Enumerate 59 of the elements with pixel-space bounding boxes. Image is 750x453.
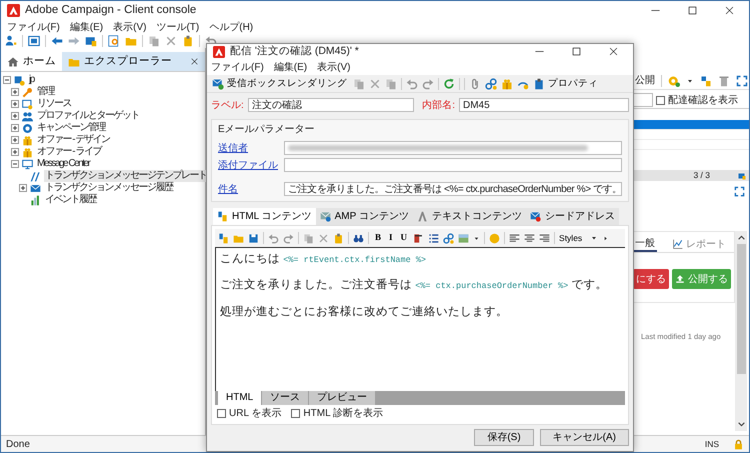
format-button[interactable]: I <box>387 231 395 245</box>
text-line: ご注文を承りました。ご注文番号は <%= ctx.purchaseOrderNumber %> です。 <box>220 277 608 294</box>
rendering-button[interactable]: 受信ボックスレンダリング <box>210 77 349 92</box>
tab[interactable]: ホーム <box>1 52 62 71</box>
menu-item[interactable]: ファイル(F) <box>211 60 264 75</box>
tab[interactable]: プレビュー <box>309 391 376 405</box>
toolbar-button[interactable]: 公開 <box>635 73 655 88</box>
cancel-button[interactable]: キャンセル(A) <box>540 429 629 446</box>
menu-item[interactable]: 表示(V) <box>317 60 350 75</box>
label-field[interactable]: 注文の確認 <box>248 98 414 112</box>
format-button[interactable]: U <box>398 231 410 245</box>
field-link[interactable]: 添付ファイル <box>218 158 280 172</box>
tab[interactable]: シードアドレス <box>526 208 619 225</box>
tree-item[interactable]: Message Center <box>36 158 90 170</box>
field-label: ラベル: <box>211 98 244 112</box>
save-button[interactable]: 保存(S) <box>474 429 534 446</box>
action-button[interactable]: にする <box>633 269 669 289</box>
tree-item[interactable]: 管理 <box>36 86 55 98</box>
status-text: Done <box>6 438 30 452</box>
text-line: 処理が進むごとにお客様に改めてご連絡いたします。 <box>220 304 509 320</box>
tab[interactable]: ソース <box>262 391 308 405</box>
field-label: 内部名: <box>422 98 455 112</box>
tree-item[interactable]: オファー - ライブ <box>36 146 102 158</box>
field-link[interactable]: 件名 <box>218 182 280 196</box>
tree-item[interactable]: リソース <box>36 98 72 110</box>
tab[interactable]: レポート <box>671 236 728 252</box>
dialog-title: 配信 '注文の確認 (DM45)' * <box>230 44 359 60</box>
tree-item[interactable]: オファー - デザイン <box>36 134 110 146</box>
tree-item[interactable]: キャンペーン管理 <box>36 122 106 134</box>
checkbox-label: HTML 診断を表示 <box>303 406 384 420</box>
tree-item[interactable]: イベント履歴 <box>44 194 97 206</box>
menu-item[interactable]: 編集(E) <box>274 60 308 75</box>
internal-name-field[interactable]: DM45 <box>459 98 629 112</box>
field-link[interactable]: 送信者 <box>218 140 280 156</box>
menu-item[interactable]: ファイル(F) <box>7 20 60 34</box>
menu-item[interactable]: 表示(V) <box>113 20 146 34</box>
checkbox-label: 配達確認を表示 <box>668 94 738 108</box>
tree-item[interactable]: プロファイルとターゲット <box>36 110 140 122</box>
tab[interactable]: HTML <box>218 391 262 405</box>
properties-button[interactable]: プロパティ <box>533 77 598 92</box>
window-title: Adobe Campaign - Client console <box>25 2 196 18</box>
tab[interactable]: テキストコンテンツ <box>412 208 526 225</box>
menu-item[interactable]: ヘルプ(H) <box>209 20 254 34</box>
checkbox-label: URL を表示 <box>229 406 282 420</box>
group-label: Eメールパラメーター <box>218 123 316 137</box>
tab[interactable]: HTML コンテンツ <box>213 208 316 225</box>
tree-item[interactable]: トランザクションメッセージテンプレート <box>44 170 208 182</box>
tree-item[interactable]: トランザクションメッセージ履歴 <box>44 182 174 194</box>
menu-item[interactable]: 編集(E) <box>70 20 104 34</box>
status-mode: INS <box>704 438 719 450</box>
tree-item[interactable]: jp <box>28 74 35 86</box>
tab[interactable]: AMP コンテンツ <box>316 208 413 225</box>
styles-dropdown[interactable]: Styles <box>559 232 598 244</box>
record-count: 3 / 3 <box>693 169 710 182</box>
tab[interactable]: エクスプローラー <box>62 52 205 71</box>
menu-item[interactable]: ツール(T) <box>156 20 200 34</box>
subject-field[interactable]: ご注文を承りました。ご注文番号は <%= ctx.purchaseOrderNumber %> です。 <box>284 182 622 196</box>
text-line: こんにちは <%= rtEvent.ctx.firstName %> <box>220 252 428 267</box>
format-button[interactable]: B <box>373 231 384 245</box>
